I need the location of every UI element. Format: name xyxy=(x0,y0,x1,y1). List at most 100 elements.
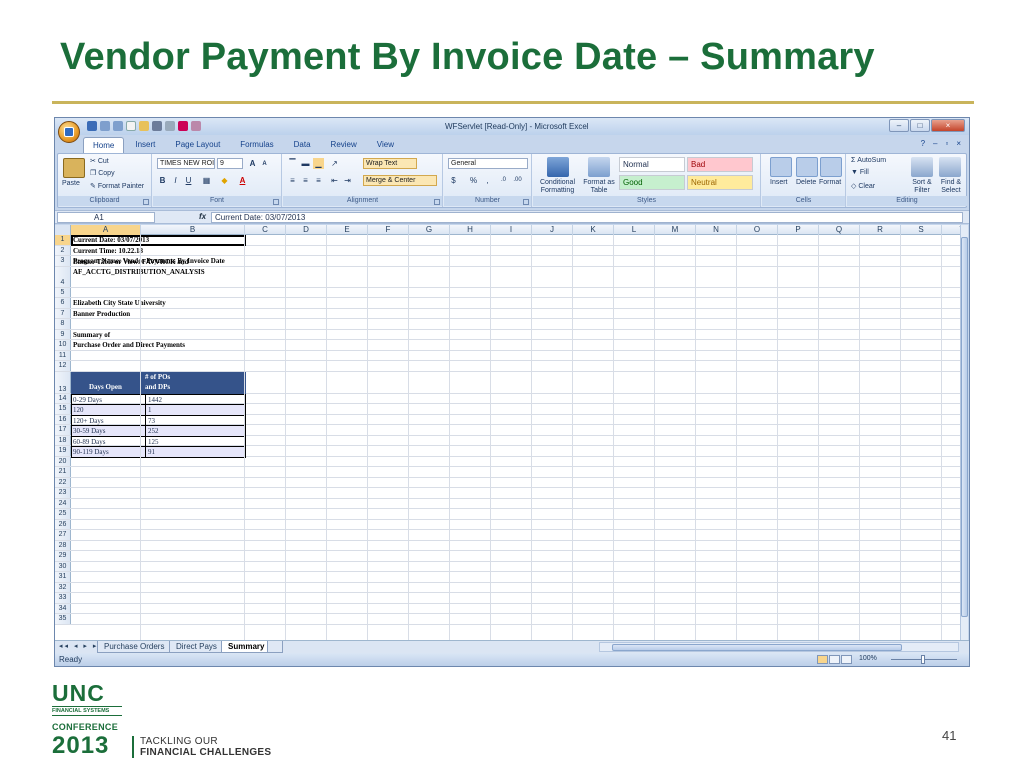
column-header-b[interactable]: B xyxy=(141,225,245,235)
increase-indent-icon[interactable]: ⇥ xyxy=(342,175,353,186)
number-dialog-launcher[interactable] xyxy=(523,199,529,205)
formula-input[interactable]: Current Date: 03/07/2013 xyxy=(211,212,963,223)
insert-cells-button[interactable]: Insert xyxy=(770,179,788,186)
days-open-cell[interactable]: 30-59 Days xyxy=(73,426,105,436)
column-header-f[interactable]: F xyxy=(368,225,409,235)
number-format-box[interactable]: General xyxy=(448,158,528,169)
font-name-box[interactable]: TIMES NEW ROI xyxy=(157,158,215,169)
name-box[interactable]: A1 xyxy=(57,212,155,223)
tab-data[interactable]: Data xyxy=(285,137,320,153)
font-size-box[interactable]: 9 xyxy=(217,158,243,169)
align-right-icon[interactable]: ≡ xyxy=(313,175,324,186)
row-header[interactable]: 28 xyxy=(55,540,71,550)
fill-color-icon[interactable]: ◆ xyxy=(219,175,230,186)
cell-a9[interactable]: Summary of xyxy=(72,330,110,340)
row-header[interactable]: 34 xyxy=(55,603,71,613)
select-all-corner[interactable] xyxy=(55,225,71,235)
autosum-button[interactable]: Σ AutoSum xyxy=(851,157,886,164)
merge-center-button[interactable]: Merge & Center xyxy=(363,175,437,186)
sort-filter-button[interactable]: Sort & Filter xyxy=(907,179,937,195)
grow-font-icon[interactable]: A xyxy=(247,158,258,169)
font-dialog-launcher[interactable] xyxy=(273,199,279,205)
column-header-g[interactable]: G xyxy=(409,225,450,235)
days-open-cell[interactable]: 120+ Days xyxy=(73,416,104,426)
save-icon[interactable] xyxy=(87,121,97,131)
vertical-scroll-thumb[interactable] xyxy=(961,237,968,617)
column-header-o[interactable]: O xyxy=(737,225,778,235)
align-center-icon[interactable]: ≡ xyxy=(300,175,311,186)
row-header[interactable]: 20 xyxy=(55,456,71,466)
po-count-cell[interactable]: 252 xyxy=(145,426,245,436)
increase-decimal-icon[interactable]: .0 xyxy=(498,175,509,186)
row-header[interactable]: 29 xyxy=(55,551,71,561)
cell-a6[interactable]: Elizabeth City State University xyxy=(72,298,166,308)
po-count-cell[interactable]: 91 xyxy=(145,447,245,457)
paste-icon[interactable] xyxy=(63,158,85,178)
column-header-m[interactable]: M xyxy=(655,225,696,235)
print-icon[interactable] xyxy=(152,121,162,131)
undo-icon[interactable] xyxy=(100,121,110,131)
currency-button[interactable]: $ xyxy=(448,175,459,186)
column-header-s[interactable]: S xyxy=(901,225,942,235)
cut-button[interactable]: ✂ Cut xyxy=(90,157,109,165)
bold-button[interactable]: B xyxy=(157,175,168,186)
row-header[interactable]: 4 xyxy=(55,266,71,287)
row-header[interactable]: 35 xyxy=(55,614,71,624)
horizontal-scroll-thumb[interactable] xyxy=(612,644,902,651)
sheet-tab-purchase-orders[interactable]: Purchase Orders xyxy=(97,641,172,653)
orientation-icon[interactable]: ↗ xyxy=(329,158,340,169)
row-header[interactable]: 10 xyxy=(55,340,71,350)
row-header[interactable]: 32 xyxy=(55,582,71,592)
format-cells-button[interactable]: Format xyxy=(819,179,841,186)
restore-button[interactable]: □ xyxy=(910,119,930,132)
sort-icon[interactable] xyxy=(191,121,201,131)
align-middle-icon[interactable]: ▬ xyxy=(300,158,311,169)
row-header[interactable]: 23 xyxy=(55,488,71,498)
row-header[interactable]: 1 xyxy=(55,235,71,245)
redo-icon[interactable] xyxy=(113,121,123,131)
vertical-scrollbar[interactable] xyxy=(960,225,968,640)
column-header-h[interactable]: H xyxy=(450,225,491,235)
tab-page-layout[interactable]: Page Layout xyxy=(166,137,229,153)
sort-filter-icon[interactable] xyxy=(911,157,933,177)
page-layout-view-icon[interactable] xyxy=(829,655,840,664)
sheet-tab-summary[interactable]: Summary xyxy=(221,641,272,653)
row-header[interactable]: 11 xyxy=(55,350,71,360)
alignment-dialog-launcher[interactable] xyxy=(434,199,440,205)
po-count-cell[interactable]: 1 xyxy=(145,405,245,415)
style-neutral[interactable]: Neutral xyxy=(687,175,753,190)
column-header-d[interactable]: D xyxy=(286,225,327,235)
fill-button[interactable]: ▼ Fill xyxy=(851,169,869,176)
column-header-p[interactable]: P xyxy=(778,225,819,235)
row-header[interactable]: 31 xyxy=(55,572,71,582)
insert-cells-icon[interactable] xyxy=(770,157,792,177)
format-cells-icon[interactable] xyxy=(820,157,842,177)
column-header-q[interactable]: Q xyxy=(819,225,860,235)
tab-home[interactable]: Home xyxy=(83,137,125,153)
style-good[interactable]: Good xyxy=(619,175,685,190)
conditional-formatting-button[interactable]: Conditional Formatting xyxy=(535,179,580,195)
font-color-icon[interactable]: A xyxy=(237,175,248,186)
cell-a2[interactable]: Current Time: 10.22.18 xyxy=(72,246,143,256)
delete-cells-button[interactable]: Delete xyxy=(796,179,816,186)
close-button[interactable]: × xyxy=(931,119,965,132)
minimize-button[interactable]: – xyxy=(889,119,909,132)
paste-button[interactable]: Paste xyxy=(62,180,80,187)
decrease-indent-icon[interactable]: ⇤ xyxy=(329,175,340,186)
office-button[interactable] xyxy=(58,121,80,143)
row-header[interactable]: 22 xyxy=(55,477,71,487)
row-header[interactable]: 13 xyxy=(55,371,71,393)
days-open-cell[interactable]: 60-89 Days xyxy=(73,437,105,447)
spelling-icon[interactable] xyxy=(178,121,188,131)
row-header[interactable]: 6 xyxy=(55,298,71,308)
normal-view-icon[interactable] xyxy=(817,655,828,664)
align-top-icon[interactable]: ▔ xyxy=(287,158,298,169)
zoom-slider-thumb[interactable] xyxy=(921,655,925,664)
decrease-decimal-icon[interactable]: .00 xyxy=(512,175,523,186)
row-header[interactable]: 27 xyxy=(55,530,71,540)
row-header[interactable]: 26 xyxy=(55,519,71,529)
column-header-l[interactable]: L xyxy=(614,225,655,235)
ribbon-restore-icon[interactable]: ▫ xyxy=(945,139,948,148)
ribbon-minimize-icon[interactable]: – xyxy=(933,139,937,148)
column-header-e[interactable]: E xyxy=(327,225,368,235)
